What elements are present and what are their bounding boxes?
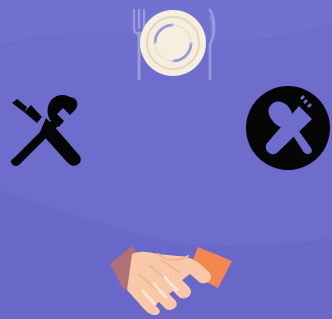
wrench-screwdriver-icon [7,89,89,167]
icon-scene [0,0,332,319]
dinner-plate-icon [124,2,222,82]
fork-spoon-circle-icon [245,84,332,172]
handshake-icon [104,236,236,316]
